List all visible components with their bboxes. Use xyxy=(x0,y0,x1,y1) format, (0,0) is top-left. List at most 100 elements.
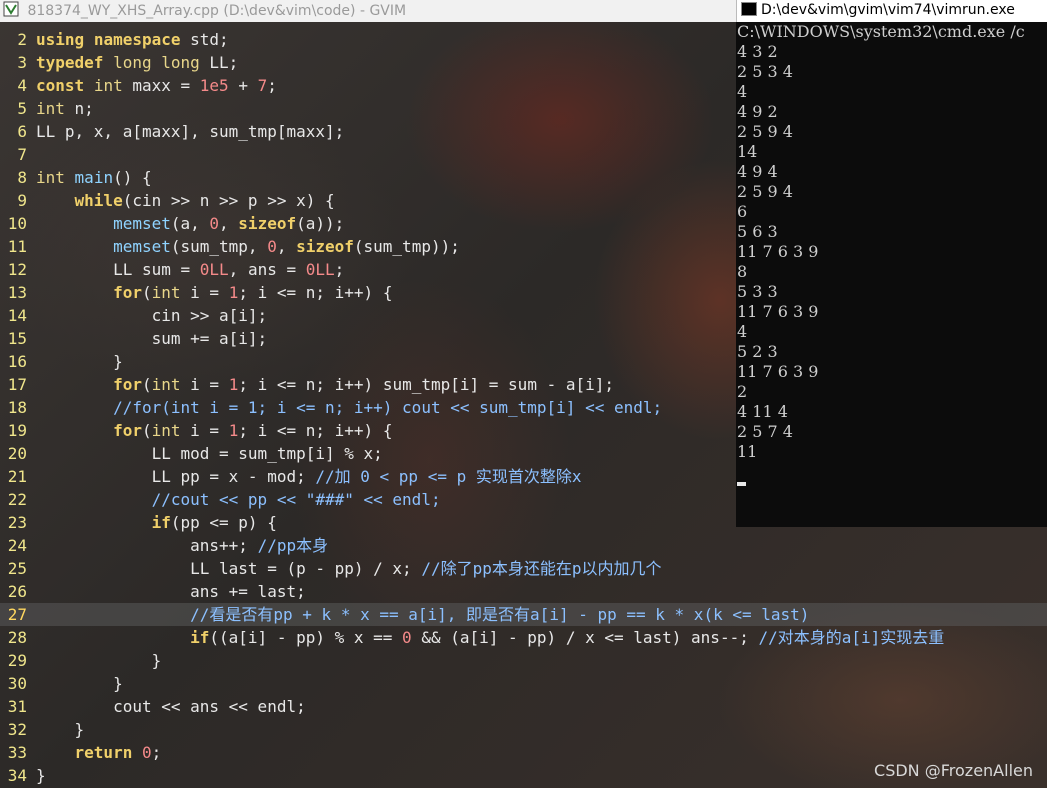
code-line[interactable]: 28 if((a[i] - pp) % x == 0 && (a[i] - pp… xyxy=(0,626,945,649)
code-token: //对本身的a[i]实现去重 xyxy=(758,628,945,647)
cmd-output[interactable]: C:\WINDOWS\system32\cmd.exe /c 4 3 22 5 3… xyxy=(736,22,1047,527)
cmd-window-title: D:\dev&vim\gvim\vim74\vimrun.exe xyxy=(761,2,1015,18)
code-line[interactable]: 24 ans++; //pp本身 xyxy=(0,534,328,557)
code-token: ; xyxy=(267,76,277,95)
line-number: 16 xyxy=(7,352,27,371)
code-line[interactable]: 3 typedef long long LL; xyxy=(0,51,238,74)
code-line[interactable]: 7 xyxy=(0,143,36,166)
code-token: namespace xyxy=(93,30,181,49)
console-output-line: 2 5 3 4 xyxy=(737,62,793,81)
code-line[interactable]: 32 } xyxy=(0,718,84,741)
code-line[interactable]: 2 using namespace std; xyxy=(0,28,229,51)
code-line[interactable]: 5 int n; xyxy=(0,97,93,120)
code-token: + xyxy=(228,76,258,95)
code-line[interactable]: 15 sum += a[i]; xyxy=(0,327,267,350)
code-line[interactable]: 13 for(int i = 1; i <= n; i++) { xyxy=(0,281,393,304)
code-token: , xyxy=(276,237,297,256)
code-token: std; xyxy=(180,30,229,49)
console-output-line: C:\WINDOWS\system32\cmd.exe /c xyxy=(737,22,1025,41)
code-token: LL; xyxy=(199,53,239,72)
console-output-line: 4 9 4 xyxy=(737,162,778,181)
code-line[interactable]: 31 cout << ans << endl; xyxy=(0,695,306,718)
code-token: (a)); xyxy=(296,214,345,233)
line-number: 5 xyxy=(17,99,27,118)
code-token: ; xyxy=(151,743,162,762)
code-line[interactable]: 30 } xyxy=(0,672,123,695)
code-token: ans += last; xyxy=(36,582,306,601)
code-line[interactable]: 19 for(int i = 1; i <= n; i++) { xyxy=(0,419,393,442)
code-line[interactable]: 10 memset(a, 0, sizeof(a)); xyxy=(0,212,345,235)
code-token: ; xyxy=(334,260,345,279)
line-number: 8 xyxy=(17,168,27,187)
code-token: for xyxy=(113,375,142,394)
code-token: int xyxy=(36,168,65,187)
code-line[interactable]: 21 LL pp = x - mod; //加 0 < pp <= p 实现首次… xyxy=(0,465,582,488)
code-token: LL sum = xyxy=(36,260,200,279)
code-line[interactable]: 18 //for(int i = 1; i <= n; i++) cout <<… xyxy=(0,396,662,419)
line-number: 34 xyxy=(7,766,27,785)
console-output-line: 2 5 7 4 xyxy=(737,422,793,441)
line-number: 31 xyxy=(7,697,27,716)
code-token: cin >> a[i]; xyxy=(36,306,268,325)
line-number: 21 xyxy=(7,467,27,486)
console-output-line: 2 xyxy=(737,382,748,401)
code-line[interactable]: 14 cin >> a[i]; xyxy=(0,304,267,327)
code-line[interactable]: 20 LL mod = sum_tmp[i] % x; xyxy=(0,442,383,465)
code-line[interactable]: 22 //cout << pp << "###" << endl; xyxy=(0,488,441,511)
code-token: //for(int i = 1; i <= n; i++) cout << su… xyxy=(113,398,663,417)
line-number: 25 xyxy=(7,559,27,578)
line-number: 17 xyxy=(7,375,27,394)
code-token: typedef xyxy=(36,53,104,72)
code-line[interactable]: 27 //看是否有pp + k * x == a[i], 即是否有a[i] - … xyxy=(0,603,1047,626)
code-token: 0 xyxy=(267,237,277,256)
gvim-window-title: 818374_WY_XHS_Array.cpp (D:\dev&vim\code… xyxy=(27,3,407,19)
code-token: memset xyxy=(113,214,171,233)
code-token: } xyxy=(36,674,123,693)
code-line[interactable]: 16 } xyxy=(0,350,123,373)
code-line[interactable]: 12 LL sum = 0LL, ans = 0LL; xyxy=(0,258,345,281)
cmd-title-bar[interactable]: D:\dev&vim\gvim\vim74\vimrun.exe xyxy=(736,0,1047,22)
code-token: LL last = (p - pp) / x; xyxy=(36,559,422,578)
code-token: } xyxy=(36,651,162,670)
code-token: ( xyxy=(141,375,152,394)
code-token: , xyxy=(219,214,239,233)
code-line[interactable]: 25 LL last = (p - pp) / x; //除了pp本身还能在p以… xyxy=(0,557,662,580)
code-token: int xyxy=(151,283,181,302)
code-token: main xyxy=(74,168,114,187)
console-output-line: 11 7 6 3 9 xyxy=(737,242,819,261)
code-line[interactable]: 29 } xyxy=(0,649,162,672)
line-number: 26 xyxy=(7,582,27,601)
line-number: 10 xyxy=(7,214,27,233)
console-output-line: 4 xyxy=(737,322,748,341)
code-line[interactable]: 4 const int maxx = 1e5 + 7; xyxy=(0,74,277,97)
code-line[interactable]: 8 int main() { xyxy=(0,166,151,189)
code-line[interactable]: 26 ans += last; xyxy=(0,580,306,603)
console-output-line: 8 xyxy=(737,262,748,281)
code-line[interactable]: 11 memset(sum_tmp, 0, sizeof(sum_tmp)); xyxy=(0,235,460,258)
code-line[interactable]: 9 while(cin >> n >> p >> x) { xyxy=(0,189,334,212)
code-line[interactable]: 33 return 0; xyxy=(0,741,162,764)
code-token: //加 0 < pp <= p 实现首次整除x xyxy=(315,467,582,486)
line-number: 7 xyxy=(17,145,27,164)
line-number: 18 xyxy=(7,398,27,417)
code-line[interactable]: 34} xyxy=(0,764,46,787)
code-line[interactable]: 23 if(pp <= p) { xyxy=(0,511,277,534)
code-token: if xyxy=(190,628,210,647)
code-token: //pp本身 xyxy=(257,536,329,555)
code-token: , ans = xyxy=(228,260,306,279)
code-token: 0 xyxy=(141,743,152,762)
code-token: 0LL xyxy=(199,260,229,279)
code-line[interactable]: 6 LL p, x, a[maxx], sum_tmp[maxx]; xyxy=(0,120,344,143)
code-token: ; i <= n; i++) { xyxy=(238,421,393,440)
code-token: i = xyxy=(180,283,229,302)
console-output-line: 2 5 9 4 xyxy=(737,122,793,141)
code-line[interactable]: 17 for(int i = 1; i <= n; i++) sum_tmp[i… xyxy=(0,373,614,396)
